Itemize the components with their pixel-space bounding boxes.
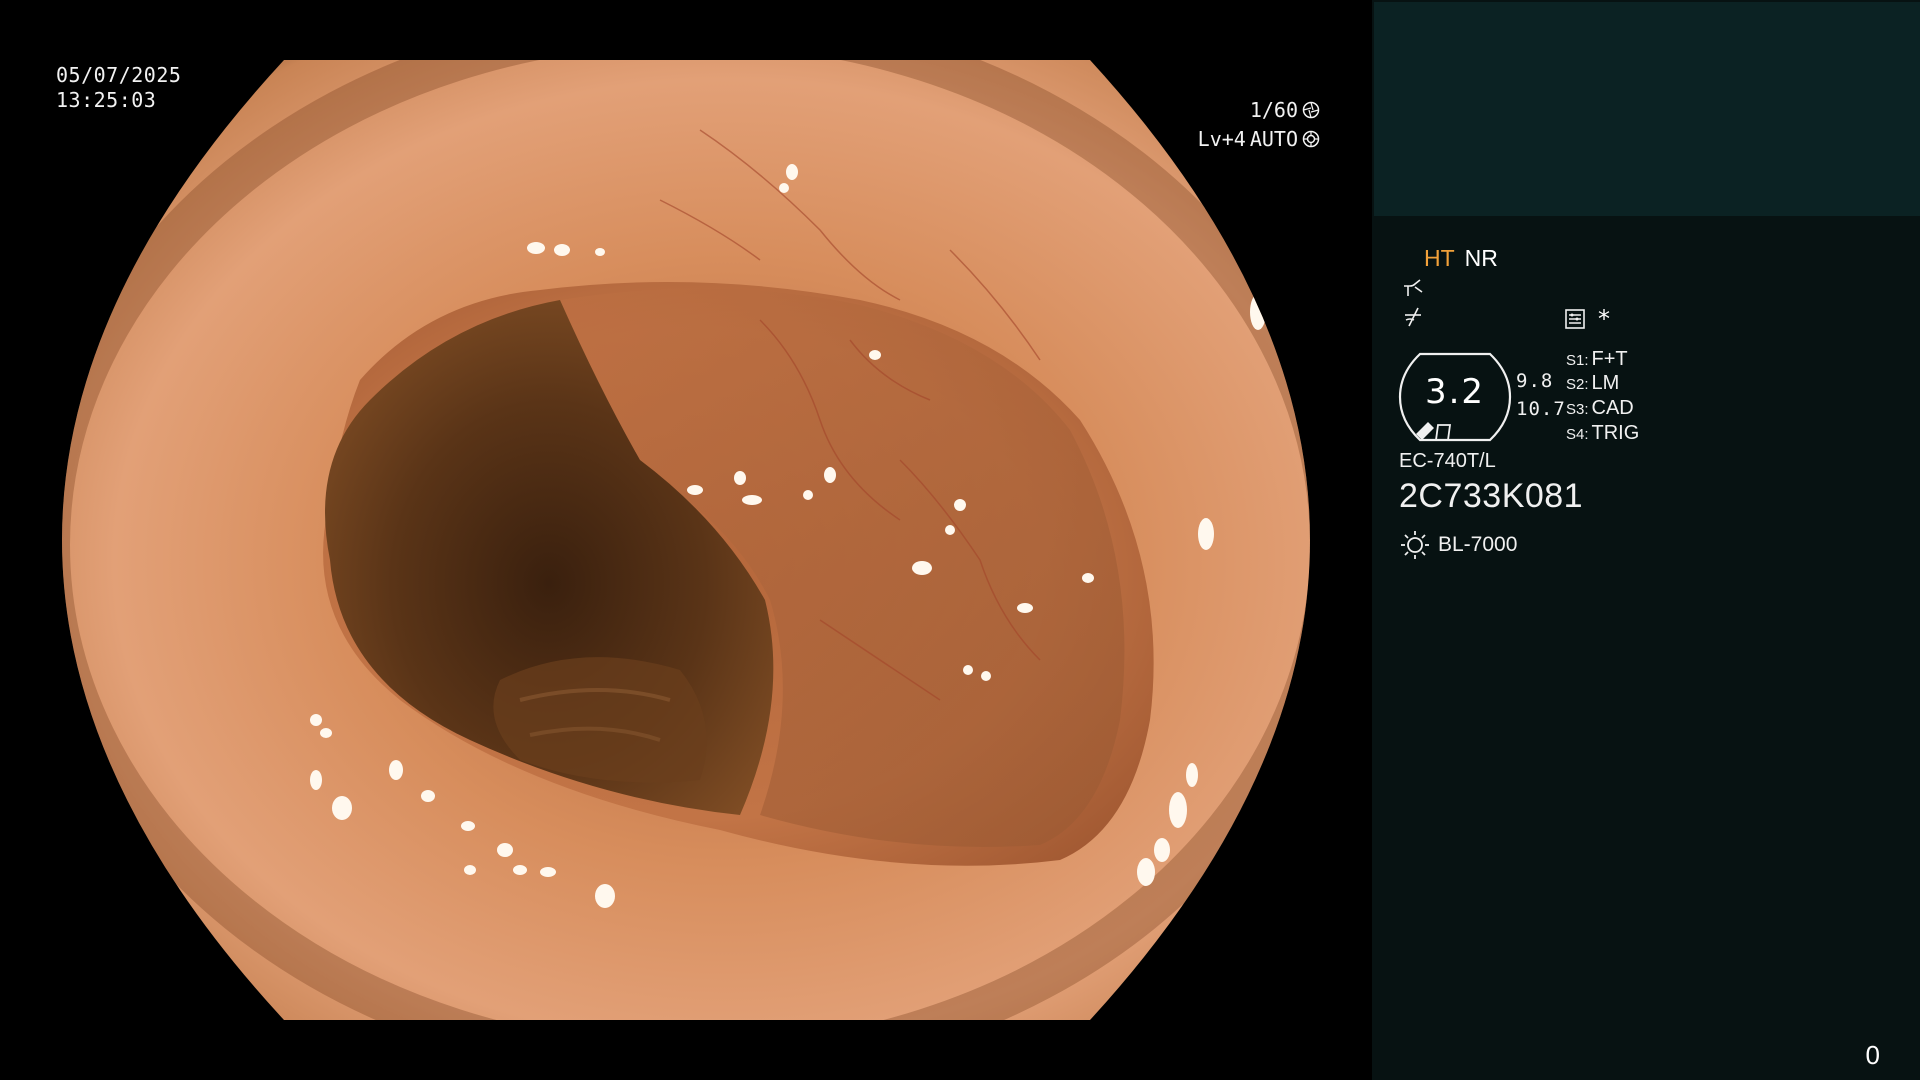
mode-nr-label: NR [1464,245,1498,271]
shutter-icon [1302,101,1320,119]
readout-upper: 9.8 [1516,370,1554,392]
endoscope-video-area: 05/07/2025 13:25:03 1/60 Lv+4 AUTO [0,0,1372,1080]
star-mark: * [1598,305,1610,333]
endoscopic-image [62,60,1310,1020]
shutter-readout: 1/60 [1250,98,1320,122]
scope-model: EC-740T/L [1399,450,1496,472]
switch-s4-value: TRIG [1591,422,1640,444]
switch-s1-value: F+T [1591,348,1628,370]
switch-s2-value: LM [1591,372,1620,394]
enhancement-curve-icon [1404,279,1423,296]
mode-ht-label: HT [1424,245,1455,271]
frame-counter: 0 [1865,1040,1880,1070]
switch-s1-key: S1: [1566,352,1589,369]
iris-icon [1302,130,1320,148]
shutter-speed: 1/60 [1249,98,1298,122]
iris-level: Lv+4 [1197,127,1246,151]
date-display: 05/07/2025 [56,63,182,87]
iris-mode: AUTO [1249,127,1298,151]
readout-lower: 10.7 [1516,398,1566,420]
switch-s3: S3: CAD [1566,397,1634,420]
switch-s3-value: CAD [1591,397,1634,419]
sun-icon [1401,531,1429,559]
light-source-model: BL-7000 [1438,533,1518,556]
time-display: 13:25:03 [56,88,157,112]
color-enhance-icon [1405,307,1421,327]
iris-readout: Lv+4 AUTO [1198,127,1320,151]
switch-s2-key: S2: [1566,376,1589,393]
memo-icon [1565,309,1585,329]
switch-s4: S4: TRIG [1566,422,1639,445]
thumbnail-area [1374,2,1920,216]
zoom-value: 3.2 [1424,372,1486,412]
switch-s1: S1: F+T [1566,348,1628,371]
endoscopy-screen: 05/07/2025 13:25:03 1/60 Lv+4 AUTO HT NR [0,0,1920,1080]
info-panel: HT NR * 3.2 9.8 10.7 S1: F+T S2: LM S3: … [1372,0,1920,1080]
image-mode-indicator: HT NR [1424,244,1498,272]
switch-s3-key: S3: [1566,401,1589,418]
switch-s2: S2: LM [1566,372,1619,395]
scope-serial-number: 2C733K081 [1399,477,1584,515]
switch-s4-key: S4: [1566,426,1589,443]
